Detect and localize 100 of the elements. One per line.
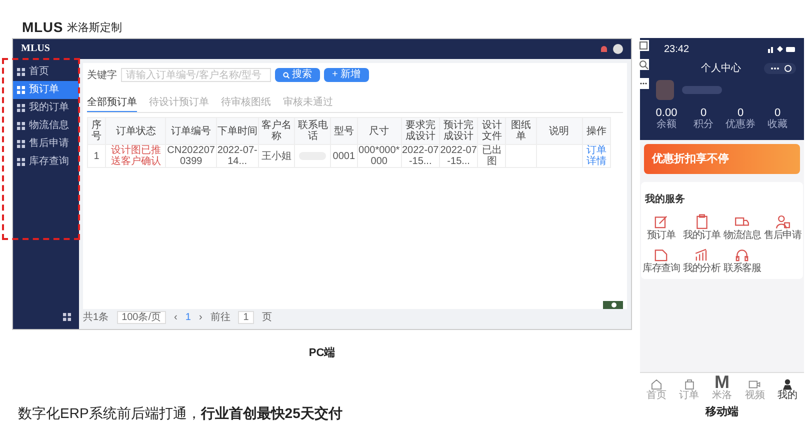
stat-label: 收藏: [768, 119, 788, 132]
zoom-icon[interactable]: [638, 59, 649, 70]
service-label: 售后申请: [764, 230, 802, 242]
service-item[interactable]: 我的分析: [682, 246, 722, 275]
more-icon[interactable]: [638, 78, 649, 89]
page-unit: 页: [262, 310, 272, 324]
page-number[interactable]: 1: [185, 310, 191, 324]
service-label: 我的订单: [682, 230, 721, 242]
grid-icon: [17, 158, 25, 166]
sidebar-item[interactable]: 库存查询: [13, 153, 79, 171]
bell-icon[interactable]: [599, 44, 609, 54]
avatar: [656, 80, 674, 100]
frame-icon[interactable]: [638, 40, 649, 51]
grid-icon: [17, 104, 25, 112]
service-label: 库存查询: [642, 262, 680, 275]
table-cell: 1: [88, 144, 106, 168]
search-label: 关键字: [87, 68, 117, 82]
search-button[interactable]: 搜索: [275, 68, 320, 82]
column-header: 序号: [88, 118, 106, 144]
banner-text: 优惠折扣享不停: [652, 152, 729, 167]
goto-field[interactable]: 1: [238, 310, 254, 324]
column-header: 下单时间: [216, 118, 258, 144]
tab-label: 视频: [744, 391, 765, 401]
column-header: 订单编号: [166, 118, 216, 144]
menu-icon[interactable]: [63, 313, 71, 321]
stat-value: 0: [700, 108, 707, 119]
service-label: 联系客服: [723, 262, 762, 275]
service-item[interactable]: 库存查询: [641, 246, 682, 275]
tab-label: 米洛: [712, 391, 732, 401]
service-label: 我的分析: [682, 262, 721, 275]
tab[interactable]: 全部预订单: [87, 95, 137, 112]
table-cell: 000*000*000: [357, 144, 402, 168]
table-cell: 2022-07-14...: [216, 144, 258, 168]
column-header: 客户名称: [258, 118, 295, 144]
blurred-name: [682, 86, 722, 94]
status-time: 23:42: [664, 43, 690, 57]
table-cell: 王小姐: [258, 144, 295, 168]
add-button[interactable]: + 新增: [324, 68, 369, 82]
table-cell: CN2022070399: [166, 144, 216, 168]
page-size-select[interactable]: 100条/页: [116, 310, 166, 324]
center-logo: M: [714, 373, 730, 391]
brand-name: 米洛斯定制: [67, 23, 122, 34]
stat-value: 0.00: [656, 108, 678, 119]
sidebar-item[interactable]: 首页: [13, 63, 79, 81]
table-cell[interactable]: 订单详情: [582, 144, 610, 168]
service-item[interactable]: 物流信息: [722, 214, 762, 242]
service-item[interactable]: 预订单: [641, 214, 682, 242]
page-title: 个人中心: [701, 62, 741, 76]
prev-page[interactable]: ‹: [174, 310, 178, 324]
next-page[interactable]: ›: [198, 310, 202, 324]
column-header: 操作: [582, 118, 610, 144]
sidebar-item[interactable]: 我的订单: [13, 99, 79, 117]
mobile-caption: 移动端: [706, 404, 738, 420]
column-header: 预计完成设计: [439, 118, 478, 144]
sidebar-item[interactable]: 预订单: [13, 81, 79, 99]
video-icon: [748, 378, 762, 391]
tab-label: 订单: [679, 391, 700, 401]
clipboard-icon: [694, 214, 710, 230]
grid-icon: [17, 68, 25, 76]
table-cell: 已出图: [478, 144, 506, 168]
folder-icon: [653, 246, 670, 262]
stat-value: 0: [737, 108, 744, 119]
grid-icon: [17, 140, 25, 148]
service-label: 预订单: [647, 230, 676, 242]
headset-icon: [734, 246, 750, 262]
battery-icon: [768, 46, 796, 53]
column-header: 尺寸: [357, 118, 402, 144]
column-header: 订单状态: [106, 118, 166, 144]
table-cell: 设计图已推送客户确认: [106, 144, 166, 168]
promo-banner[interactable]: 优惠折扣享不停: [644, 144, 800, 174]
column-header: 设计文件: [478, 118, 506, 144]
service-item[interactable]: 售后申请: [762, 214, 803, 242]
service-item[interactable]: 联系客服: [722, 246, 762, 275]
search-field[interactable]: 请输入订单编号/客户名称/型号: [121, 68, 271, 82]
user-icon: [781, 378, 794, 391]
total-count: 共1条: [83, 310, 109, 324]
tab-bar-item[interactable]: M 米洛: [706, 373, 738, 402]
stat-label: 余额: [656, 119, 676, 132]
grid-icon: [17, 122, 25, 130]
tab-bar-item[interactable]: 我的: [771, 373, 804, 402]
app-logo: MLUS: [21, 44, 50, 54]
sidebar-item[interactable]: 物流信息: [13, 117, 79, 135]
user-icon: [774, 214, 791, 230]
service-label: 物流信息: [723, 230, 762, 242]
avatar-icon[interactable]: [613, 44, 623, 54]
column-header: 图纸单: [506, 118, 536, 144]
capsule-icon[interactable]: [764, 63, 796, 74]
goto-label: 前往: [210, 310, 230, 324]
pc-caption: PC端: [308, 346, 336, 361]
tab-bar-item[interactable]: 视频: [738, 373, 772, 402]
home-icon: [650, 378, 663, 391]
column-header: 型号: [330, 118, 357, 144]
column-header: 要求完成设计: [401, 118, 440, 144]
bag-icon: [682, 378, 696, 391]
toggle-icon[interactable]: [603, 301, 623, 309]
tagline: 数字化ERP系统前后端打通，行业首创最快25天交付: [18, 405, 342, 421]
edit-icon: [653, 214, 670, 230]
table-cell: 2022-07-15...: [439, 144, 478, 168]
service-item[interactable]: 我的订单: [682, 214, 722, 242]
sidebar-item[interactable]: 售后申请: [13, 135, 79, 153]
